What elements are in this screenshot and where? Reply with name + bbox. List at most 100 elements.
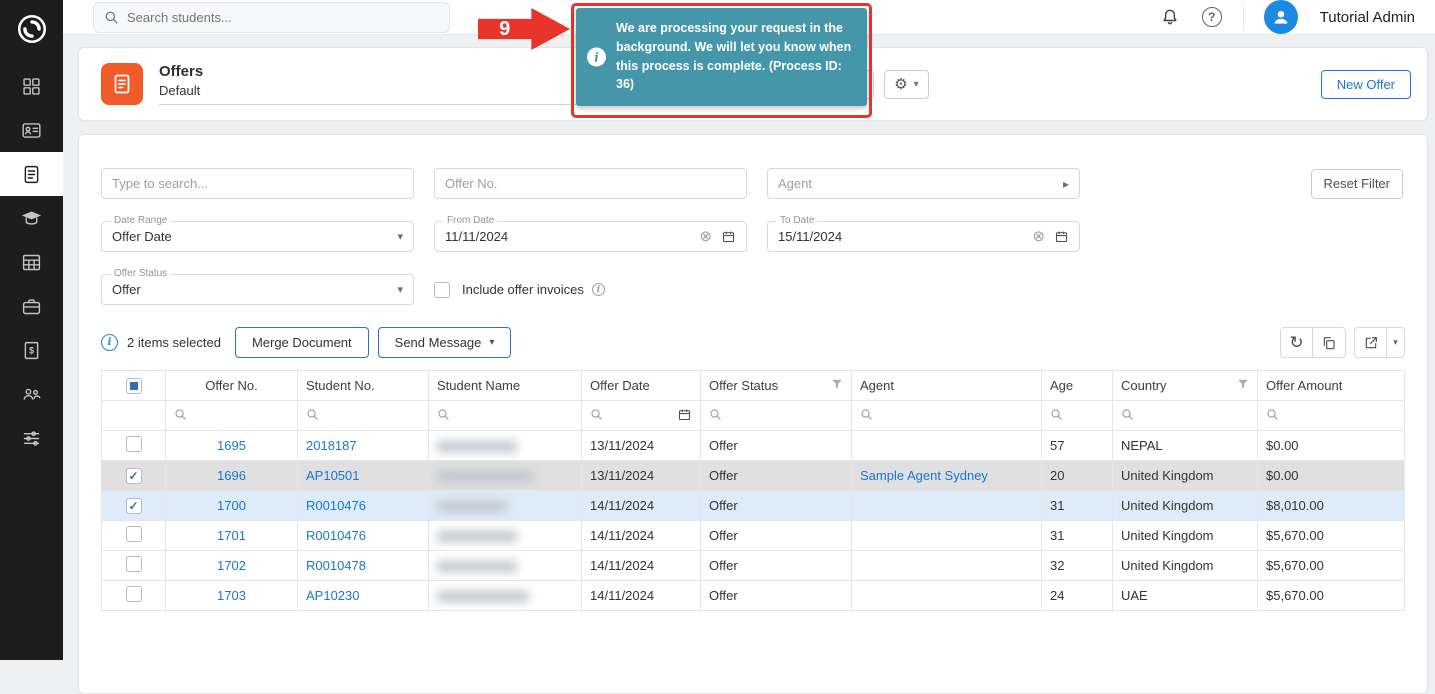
export-button[interactable]	[1354, 327, 1387, 358]
sidebar-item-settings[interactable]	[0, 416, 63, 460]
merge-document-button[interactable]: Merge Document	[235, 327, 369, 358]
column-header-offer-no[interactable]: Offer No.	[166, 371, 298, 401]
column-header-offer-amount[interactable]: Offer Amount	[1258, 371, 1405, 401]
student-search[interactable]	[93, 2, 450, 33]
table-row[interactable]: 1695 2018187 13/11/2024 Offer 57 NEPAL $…	[102, 431, 1405, 461]
filter-cell-student-name[interactable]	[429, 401, 582, 431]
toast-notification[interactable]: i We are processing your request in the …	[576, 8, 867, 106]
calendar-icon[interactable]	[1054, 229, 1069, 244]
copy-button[interactable]	[1313, 327, 1346, 358]
refresh-button[interactable]: ↻	[1280, 327, 1313, 358]
offer-no-input[interactable]	[445, 176, 736, 191]
offer-date-cell: 13/11/2024	[582, 461, 701, 491]
offers-table-body: 1695 2018187 13/11/2024 Offer 57 NEPAL $…	[102, 431, 1405, 611]
quick-search-field[interactable]	[101, 168, 414, 199]
sidebar-item-offers[interactable]	[0, 152, 63, 196]
row-checkbox[interactable]	[126, 468, 142, 484]
date-range-select[interactable]: Date Range Offer Date ▾	[101, 221, 414, 252]
column-header-student-name[interactable]: Student Name	[429, 371, 582, 401]
toast-message: We are processing your request in the ba…	[616, 21, 851, 91]
chevron-right-icon: ▸	[1063, 177, 1069, 191]
offer-date-cell: 14/11/2024	[582, 521, 701, 551]
info-icon: i	[587, 48, 606, 67]
offer-no-field[interactable]	[434, 168, 747, 199]
sidebar-item-services[interactable]	[0, 284, 63, 328]
column-header-offer-date[interactable]: Offer Date	[582, 371, 701, 401]
column-header-student-no[interactable]: Student No.	[298, 371, 429, 401]
to-date-field[interactable]: To Date 15/11/2024 ⊗	[767, 221, 1080, 252]
filter-cell-student-no[interactable]	[298, 401, 429, 431]
view-settings-button[interactable]: ⚙ ▾	[884, 70, 928, 99]
offer-no-link[interactable]: 1695	[217, 438, 246, 453]
sidebar-item-agents[interactable]	[0, 372, 63, 416]
student-no-link[interactable]: AP10230	[306, 588, 360, 603]
agent-select[interactable]: Agent ▸	[767, 168, 1080, 199]
column-header-select[interactable]	[102, 371, 166, 401]
send-message-button[interactable]: Send Message ▾	[378, 327, 512, 358]
student-no-link[interactable]: R0010476	[306, 528, 366, 543]
sidebar-item-timetables[interactable]	[0, 240, 63, 284]
user-avatar[interactable]	[1264, 0, 1298, 34]
calendar-icon[interactable]	[721, 229, 736, 244]
offer-status-select[interactable]: Offer Status Offer ▾	[101, 274, 414, 305]
column-header-offer-status[interactable]: Offer Status	[701, 371, 852, 401]
table-row[interactable]: 1696 AP10501 13/11/2024 Offer Sample Age…	[102, 461, 1405, 491]
filter-cell-offer-amount[interactable]	[1258, 401, 1405, 431]
row-checkbox[interactable]	[126, 498, 142, 514]
table-row[interactable]: 1701 R0010476 14/11/2024 Offer 31 United…	[102, 521, 1405, 551]
app-logo[interactable]	[0, 0, 63, 58]
column-header-agent[interactable]: Agent	[852, 371, 1042, 401]
quick-search-input[interactable]	[112, 176, 403, 191]
reset-filter-button[interactable]: Reset Filter	[1311, 169, 1403, 199]
offer-no-link[interactable]: 1701	[217, 528, 246, 543]
row-checkbox[interactable]	[126, 526, 142, 542]
table-row[interactable]: 1700 R0010476 14/11/2024 Offer 31 United…	[102, 491, 1405, 521]
country-cell: United Kingdom	[1113, 521, 1258, 551]
from-date-field[interactable]: From Date 11/11/2024 ⊗	[434, 221, 747, 252]
filter-cell-offer-status[interactable]	[701, 401, 852, 431]
filter-cell-agent[interactable]	[852, 401, 1042, 431]
student-no-link[interactable]: R0010478	[306, 558, 366, 573]
agent-cell	[852, 431, 1042, 461]
student-no-cell: AP10230	[298, 581, 429, 611]
filter-cell-offer-date[interactable]	[582, 401, 701, 431]
sidebar-item-dashboard[interactable]	[0, 64, 63, 108]
student-no-cell: AP10501	[298, 461, 429, 491]
export-options-button[interactable]: ▾	[1387, 327, 1405, 358]
offer-no-link[interactable]: 1696	[217, 468, 246, 483]
agent-link[interactable]: Sample Agent Sydney	[860, 468, 988, 483]
row-checkbox[interactable]	[126, 436, 142, 452]
student-no-link[interactable]: AP10501	[306, 468, 360, 483]
include-invoices-checkbox[interactable]	[434, 282, 450, 298]
student-search-input[interactable]	[127, 10, 439, 25]
clear-icon[interactable]: ⊗	[699, 229, 712, 244]
table-row[interactable]: 1703 AP10230 14/11/2024 Offer 24 UAE $5,…	[102, 581, 1405, 611]
student-no-link[interactable]: R0010476	[306, 498, 366, 513]
filter-cell-offer-no[interactable]	[166, 401, 298, 431]
offer-no-link[interactable]: 1702	[217, 558, 246, 573]
filter-funnel-icon[interactable]	[831, 378, 843, 393]
row-checkbox[interactable]	[126, 586, 142, 602]
clear-icon[interactable]: ⊗	[1032, 229, 1045, 244]
offer-no-link[interactable]: 1700	[217, 498, 246, 513]
filter-cell-country[interactable]	[1113, 401, 1258, 431]
row-checkbox[interactable]	[126, 556, 142, 572]
offer-amount-cell: $0.00	[1258, 431, 1405, 461]
sidebar-item-courses[interactable]	[0, 196, 63, 240]
student-no-link[interactable]: 2018187	[306, 438, 357, 453]
filter-cell-age[interactable]	[1042, 401, 1113, 431]
table-row[interactable]: 1702 R0010478 14/11/2024 Offer 32 United…	[102, 551, 1405, 581]
help-button[interactable]: ?	[1201, 6, 1223, 28]
sidebar-item-invoices[interactable]: $	[0, 328, 63, 372]
table-header-row: Offer No. Student No. Student Name Offer…	[102, 371, 1405, 401]
select-all-checkbox[interactable]	[126, 378, 142, 394]
notifications-button[interactable]	[1159, 6, 1181, 28]
offer-no-link[interactable]: 1703	[217, 588, 246, 603]
sidebar-item-students[interactable]	[0, 108, 63, 152]
calendar-icon[interactable]	[677, 407, 692, 425]
to-date-value: 15/11/2024	[778, 229, 842, 244]
filter-funnel-icon[interactable]	[1237, 378, 1249, 393]
column-header-age[interactable]: Age	[1042, 371, 1113, 401]
column-header-country[interactable]: Country	[1113, 371, 1258, 401]
new-offer-button[interactable]: New Offer	[1321, 70, 1411, 99]
